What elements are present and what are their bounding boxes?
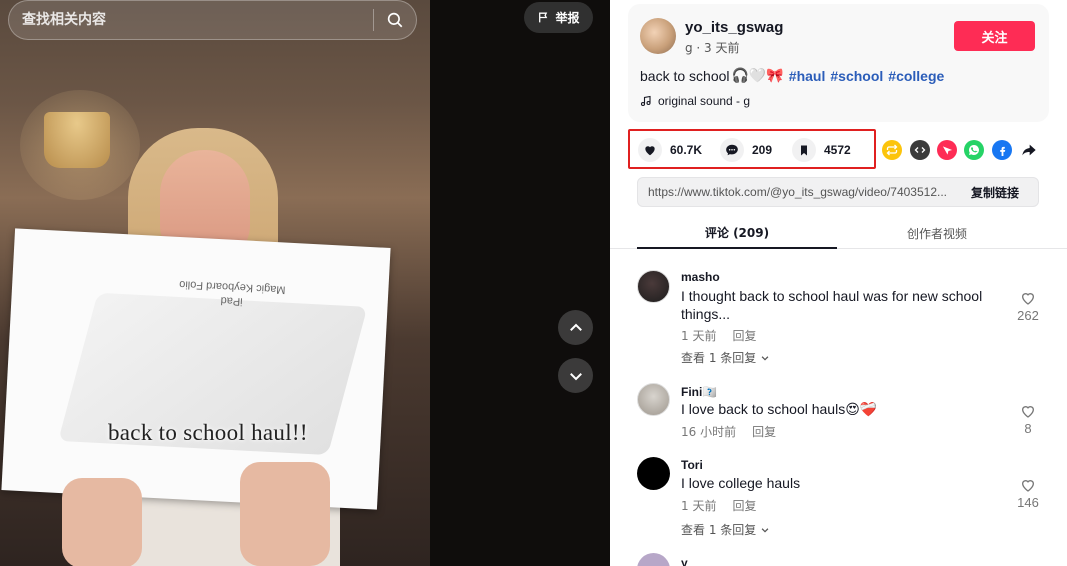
like-count: 60.7K (670, 143, 703, 157)
comment-meta: 16 小时前 回复 (681, 423, 776, 440)
right-hand (240, 462, 330, 566)
comment-like-count: 8 (1024, 421, 1032, 436)
description-emojis: 🎧🤍🎀 (731, 67, 784, 83)
ipad-box: iPad Magic Keyboard Folio (1, 228, 391, 510)
search-button[interactable] (374, 1, 416, 39)
comment-time: 1 天前 (681, 329, 717, 343)
left-hand (62, 478, 142, 566)
report-label: 举报 (555, 11, 580, 25)
comment-item: masho I thought back to school haul was … (637, 270, 1047, 370)
sound-link[interactable]: original sound - g (640, 94, 750, 108)
comment-like-button[interactable]: 262 (1011, 290, 1045, 323)
report-button[interactable]: 举报 (524, 2, 593, 33)
chevron-down-icon (761, 355, 769, 361)
view-replies-button[interactable]: 查看 1 条回复 (681, 349, 770, 366)
chevron-up-icon (569, 323, 582, 331)
comment-time: 16 小时前 (681, 425, 737, 439)
search-input[interactable] (9, 1, 373, 39)
commenter-avatar[interactable] (637, 270, 670, 303)
comment-username[interactable]: masho (681, 270, 720, 284)
reply-button[interactable]: 回复 (752, 423, 776, 440)
chevron-down-icon (569, 372, 582, 380)
previous-video-button[interactable] (558, 310, 593, 345)
commenter-avatar[interactable] (637, 457, 670, 490)
forward-icon[interactable] (1019, 140, 1039, 160)
save-button[interactable]: 4572 (792, 138, 851, 162)
author-avatar[interactable] (640, 18, 676, 54)
video-caption: back to school haul!! (108, 420, 308, 445)
comment-like-button[interactable]: 146 (1011, 477, 1045, 510)
send-icon[interactable] (937, 140, 957, 160)
bookmark-icon (792, 138, 816, 162)
comment-time: 1 天前 (681, 499, 717, 513)
video-player[interactable]: iPad Magic Keyboard Folio back to school… (0, 0, 430, 566)
reply-button[interactable]: 回复 (732, 327, 756, 344)
reply-button[interactable]: 回复 (732, 497, 756, 514)
comment-text: I thought back to school haul was for ne… (681, 288, 983, 322)
view-replies-label: 查看 1 条回复 (681, 523, 757, 537)
hashtag-haul[interactable]: #haul (789, 68, 826, 84)
lamp-shade (44, 112, 110, 168)
tab-comments[interactable]: 评论 (209) (637, 217, 837, 249)
tab-creator-videos[interactable]: 创作者视频 (837, 217, 1037, 249)
chevron-down-icon (761, 527, 769, 533)
repost-icon[interactable] (882, 140, 902, 160)
comment-item: y (637, 553, 1047, 566)
comment-button[interactable]: 209 (720, 138, 772, 162)
comment-username[interactable]: Tori (681, 458, 703, 472)
video-background (430, 0, 610, 566)
commenter-avatar[interactable] (637, 553, 670, 566)
whatsapp-icon[interactable] (964, 140, 984, 160)
search-icon (387, 12, 403, 28)
music-note-icon (640, 95, 651, 107)
comment-like-button[interactable]: 8 (1011, 403, 1045, 436)
flag-icon (539, 12, 548, 23)
info-pane: yo_its_gswag g · 3 天前 关注 back to school … (610, 0, 1067, 566)
comment-count: 209 (752, 143, 773, 157)
comment-tabs: 评论 (209) 创作者视频 (610, 217, 1067, 249)
video-link-url[interactable]: https://www.tiktok.com/@yo_its_gswag/vid… (638, 185, 952, 199)
follow-button[interactable]: 关注 (954, 21, 1035, 51)
embed-icon[interactable] (910, 140, 930, 160)
view-replies-label: 查看 1 条回复 (681, 351, 757, 365)
comment-like-count: 262 (1017, 308, 1039, 323)
author-card: yo_its_gswag g · 3 天前 关注 back to school … (628, 4, 1049, 122)
view-replies-button[interactable]: 查看 1 条回复 (681, 521, 770, 538)
facebook-icon[interactable] (992, 140, 1012, 160)
author-name[interactable]: yo_its_gswag (685, 19, 783, 36)
comment-text: I love college hauls (681, 475, 801, 491)
video-pane: iPad Magic Keyboard Folio back to school… (0, 0, 610, 566)
save-count: 4572 (824, 143, 851, 157)
description-text: back to school (640, 67, 730, 84)
comment-item: Tori I love college hauls 1 天前 回复 查看 1 条… (637, 457, 1047, 547)
comment-text: I love back to school hauls😍❤️‍🩹 (681, 401, 878, 417)
comment-username[interactable]: y (681, 556, 688, 566)
search-bar (8, 0, 417, 40)
video-description: back to school 🎧🤍🎀 #haul #school #colleg… (640, 67, 944, 84)
comment-item: Fini🇽🇽 I love back to school hauls😍❤️‍🩹 … (637, 383, 1047, 443)
sound-name: original sound - g (658, 94, 751, 108)
video-link-bar: https://www.tiktok.com/@yo_its_gswag/vid… (637, 177, 1039, 207)
comment-meta: 1 天前 回复 (681, 327, 756, 344)
comment-username[interactable]: Fini🇽🇽 (681, 385, 717, 399)
author-subtitle: g · 3 天前 (685, 41, 740, 55)
heart-outline-icon (1021, 406, 1035, 418)
heart-outline-icon (1021, 293, 1035, 305)
comment-like-count: 146 (1017, 495, 1039, 510)
heart-outline-icon (1021, 480, 1035, 492)
hashtag-school[interactable]: #school (830, 68, 883, 84)
hashtag-college[interactable]: #college (888, 68, 944, 84)
comment-icon (720, 138, 744, 162)
like-button[interactable]: 60.7K (638, 138, 702, 162)
commenter-avatar[interactable] (637, 383, 670, 416)
heart-icon (638, 138, 662, 162)
next-video-button[interactable] (558, 358, 593, 393)
comment-meta: 1 天前 回复 (681, 497, 756, 514)
copy-link-button[interactable]: 复制链接 (952, 184, 1038, 201)
